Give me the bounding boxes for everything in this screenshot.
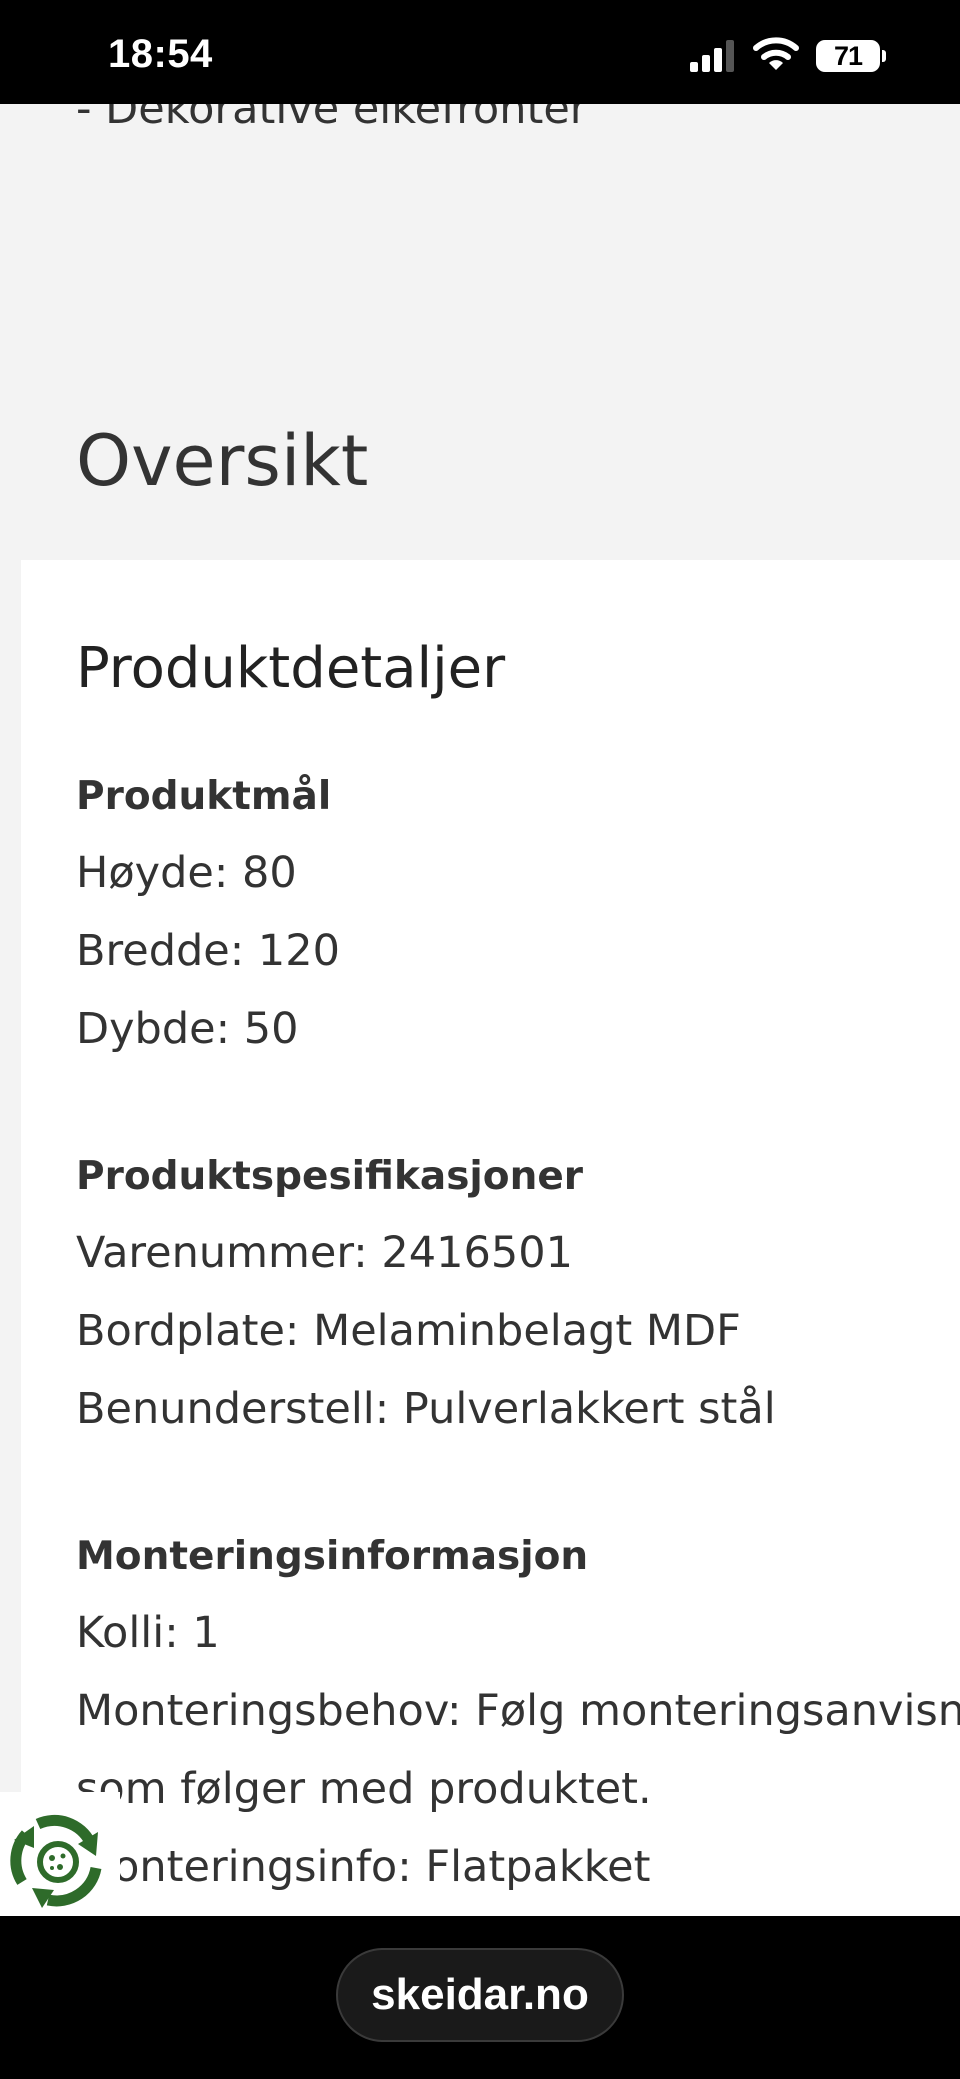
detail-line: Monteringsbehov: Følg monteringsanvisnin… — [76, 1686, 960, 1736]
product-details-card: Produktdetaljer Produktmål Høyde: 80 Bre… — [21, 560, 960, 1916]
detail-line: Høyde: 80 — [76, 848, 297, 898]
group-heading: Produktmål — [76, 774, 332, 819]
group-heading: Monteringsinformasjon — [76, 1534, 589, 1579]
browser-bar: skeidar.no — [0, 1916, 960, 2079]
detail-line: Benunderstell: Pulverlakkert stål — [76, 1384, 776, 1434]
status-bar: 18:54 71 — [0, 0, 960, 104]
recycle-icon — [10, 1814, 102, 1908]
url-bar[interactable]: skeidar.no — [336, 1948, 624, 2042]
wifi-icon — [753, 37, 799, 70]
detail-line: Varenummer: 2416501 — [76, 1228, 573, 1278]
detail-line: Dybde: 50 — [76, 1004, 299, 1054]
eco-badge[interactable] — [0, 1792, 120, 1916]
battery-level: 71 — [816, 40, 880, 72]
status-time: 18:54 — [108, 32, 213, 76]
detail-line: Kolli: 1 — [76, 1608, 220, 1658]
group-heading: Produktspesifikasjoner — [76, 1154, 584, 1199]
detail-line: som følger med produktet. — [76, 1764, 652, 1814]
section-title: Oversikt — [76, 420, 369, 502]
detail-line: Monteringsinfo: Flatpakket — [76, 1842, 651, 1892]
detail-line: Bredde: 120 — [76, 926, 340, 976]
detail-line: Bordplate: Melaminbelagt MDF — [76, 1306, 741, 1356]
signal-icon — [690, 40, 734, 72]
battery-cap — [882, 50, 886, 62]
group-product-dimensions: Produktmål Høyde: 80 Bredde: 120 Dybde: … — [76, 760, 340, 1068]
partial-top-text: - Dekorative eikefronter — [76, 104, 588, 134]
page-content: - Dekorative eikefronter Oversikt Produk… — [0, 104, 960, 1916]
group-product-specs: Produktspesifikasjoner Varenummer: 24165… — [76, 1140, 776, 1448]
battery-icon: 71 — [816, 40, 886, 72]
card-title: Produktdetaljer — [76, 636, 506, 701]
group-assembly-info: Monteringsinformasjon Kolli: 1 Montering… — [76, 1520, 960, 1906]
